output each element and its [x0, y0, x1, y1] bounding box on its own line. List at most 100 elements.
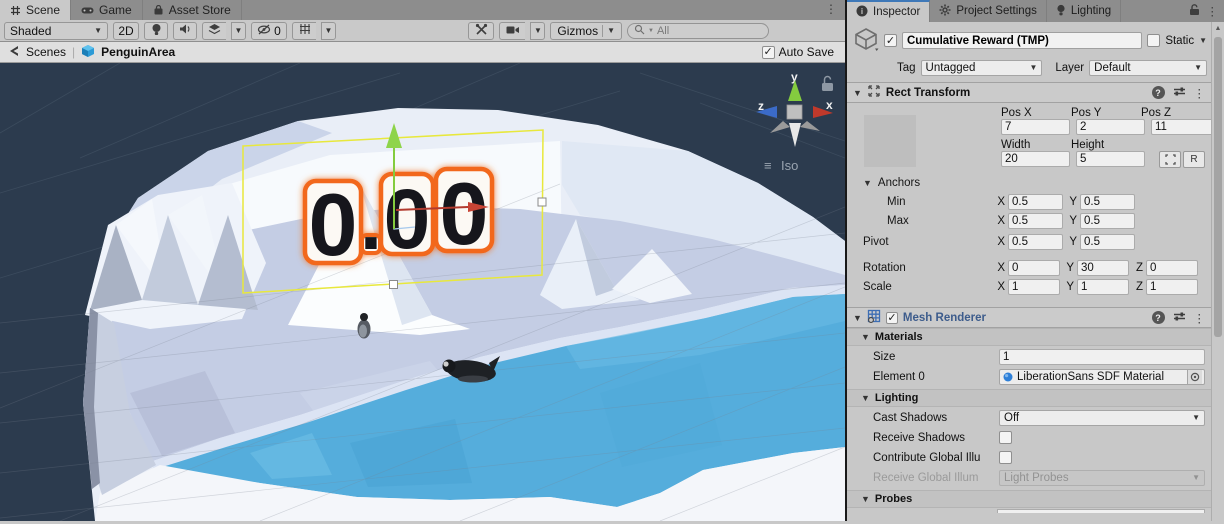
- probes-foldout[interactable]: ▼ Probes: [847, 490, 1211, 508]
- foldout-arrow-icon: ▼: [861, 332, 870, 342]
- blueprint-mode-button[interactable]: [1159, 151, 1181, 168]
- gizmo-handle-right[interactable]: [537, 197, 547, 207]
- scene-audio-toggle[interactable]: [173, 21, 197, 40]
- scale-z-field[interactable]: [1146, 279, 1198, 295]
- toggle-2d-button[interactable]: 2D: [113, 21, 139, 40]
- static-checkbox[interactable]: [1147, 34, 1161, 47]
- materials-size-field[interactable]: [999, 348, 1205, 365]
- tab-scene[interactable]: Scene: [0, 0, 72, 20]
- pivot-x-field[interactable]: [1008, 234, 1063, 250]
- receive-gi-value: Light Probes: [1004, 471, 1069, 484]
- search-icon: [634, 24, 645, 38]
- scene-search-field[interactable]: ▼: [627, 22, 769, 39]
- mesh-renderer-header[interactable]: ▼ Mesh Renderer ? ⋮: [847, 307, 1211, 328]
- wrench-hammer-icon: [475, 23, 488, 39]
- rect-transform-header[interactable]: ▼ Rect Transform ? ⋮: [847, 82, 1211, 103]
- inspector-scrollbar[interactable]: ▲: [1211, 22, 1224, 521]
- scale-x-field[interactable]: [1008, 279, 1060, 295]
- anchor-max-x-field[interactable]: [1008, 213, 1063, 229]
- help-icon[interactable]: ?: [1151, 86, 1165, 99]
- anchors-foldout-icon[interactable]: ▼: [863, 178, 872, 188]
- divider: [602, 24, 604, 37]
- scene-viewport[interactable]: 0 . 0 0 y z x ≡ Iso: [0, 62, 846, 522]
- height-field[interactable]: [1076, 151, 1145, 167]
- gear-icon: [939, 4, 951, 19]
- scene-effects-toggle[interactable]: [202, 21, 226, 40]
- layer-dropdown[interactable]: Default ▼: [1089, 60, 1207, 76]
- presets-icon[interactable]: [1173, 86, 1186, 100]
- x-prefix: X: [997, 196, 1005, 208]
- receive-shadows-checkbox[interactable]: [999, 431, 1012, 444]
- pos-z-field[interactable]: [1151, 119, 1211, 135]
- inspector-lock-icon[interactable]: [1189, 3, 1200, 19]
- x-prefix: X: [997, 236, 1005, 248]
- scene-camera-button[interactable]: [499, 21, 526, 40]
- width-field[interactable]: [1001, 151, 1070, 167]
- rect-transform-body: Pos X Pos Y Pos Z Width Height: [847, 103, 1211, 303]
- tab-inspector[interactable]: i Inspector: [847, 0, 931, 22]
- grid-settings-dropdown[interactable]: ▼: [321, 21, 336, 40]
- scale-y-field[interactable]: [1077, 279, 1129, 295]
- breadcrumb-current-scene[interactable]: PenguinArea: [101, 45, 175, 59]
- mesh-renderer-title: Mesh Renderer: [902, 311, 987, 324]
- scene-search-input[interactable]: [656, 24, 757, 37]
- anchors-label: Anchors: [877, 177, 921, 189]
- gameobject-cube-icon[interactable]: [853, 27, 879, 54]
- reward-dot: .: [360, 177, 382, 266]
- scene-camera-dropdown[interactable]: ▼: [530, 21, 546, 40]
- rotation-y-field[interactable]: [1077, 260, 1129, 276]
- lighting-foldout[interactable]: ▼ Lighting: [847, 389, 1211, 407]
- projection-toggle[interactable]: ≡ Iso: [764, 158, 798, 173]
- asset-store-icon: [153, 4, 164, 16]
- anchor-preset-preview[interactable]: [864, 115, 916, 167]
- scene-tools-button[interactable]: [468, 21, 495, 40]
- mesh-renderer-enabled-checkbox[interactable]: [885, 311, 898, 324]
- reward-digit-1: 0: [309, 175, 358, 274]
- gameobject-name-field[interactable]: [902, 32, 1143, 49]
- info-icon: i: [856, 5, 868, 20]
- materials-foldout[interactable]: ▼ Materials: [847, 328, 1211, 346]
- shading-mode-dropdown[interactable]: Shaded ▼: [4, 21, 108, 40]
- foldout-arrow-icon[interactable]: ▼: [853, 88, 862, 98]
- lighting-section-label: Lighting: [874, 392, 919, 404]
- tab-game[interactable]: Game: [71, 0, 143, 20]
- anchor-min-x-field[interactable]: [1008, 194, 1063, 210]
- breadcrumb-scenes[interactable]: Scenes: [26, 45, 66, 59]
- gameobject-active-checkbox[interactable]: [884, 34, 897, 47]
- anchor-max-y-field[interactable]: [1080, 213, 1135, 229]
- static-dropdown-icon[interactable]: ▼: [1199, 36, 1207, 45]
- scene-visibility-toggle[interactable]: 0: [251, 21, 287, 40]
- scrollbar-thumb[interactable]: [1214, 37, 1222, 337]
- cast-shadows-dropdown[interactable]: Off ▼: [999, 409, 1205, 426]
- rotation-z-field[interactable]: [1146, 260, 1198, 276]
- tab-asset-store[interactable]: Asset Store: [143, 0, 242, 20]
- cast-shadows-label: Cast Shadows: [873, 411, 948, 424]
- rotation-x-field[interactable]: [1008, 260, 1060, 276]
- presets-icon[interactable]: [1173, 311, 1186, 325]
- scene-tab-menu-icon[interactable]: ⋮: [817, 0, 845, 20]
- component-menu-icon[interactable]: ⋮: [1194, 311, 1206, 325]
- element0-object-field[interactable]: LiberationSans SDF Material: [999, 368, 1205, 385]
- component-menu-icon[interactable]: ⋮: [1194, 86, 1206, 100]
- scrollbar-up-icon[interactable]: ▲: [1212, 22, 1224, 35]
- inspector-menu-icon[interactable]: ⋮: [1207, 4, 1219, 18]
- scene-effects-dropdown[interactable]: ▼: [231, 21, 246, 40]
- grid-visibility-toggle[interactable]: [292, 21, 316, 40]
- object-picker-icon[interactable]: [1187, 369, 1202, 384]
- contribute-gi-checkbox[interactable]: [999, 451, 1012, 464]
- tab-project-settings[interactable]: Project Settings: [930, 0, 1047, 22]
- pos-y-field[interactable]: [1076, 119, 1145, 135]
- tag-dropdown[interactable]: Untagged ▼: [920, 60, 1043, 76]
- scene-lighting-toggle[interactable]: [144, 21, 168, 40]
- raw-edit-mode-button[interactable]: R: [1183, 151, 1205, 168]
- pos-x-field[interactable]: [1001, 119, 1070, 135]
- foldout-arrow-icon[interactable]: ▼: [853, 313, 862, 323]
- gizmo-handle-bottom[interactable]: [389, 280, 398, 289]
- help-icon[interactable]: ?: [1151, 311, 1165, 324]
- gizmos-dropdown[interactable]: Gizmos ▼: [550, 21, 622, 40]
- auto-save-checkbox[interactable]: [761, 45, 775, 59]
- tab-lighting[interactable]: Lighting: [1047, 0, 1122, 22]
- anchor-min-y-field[interactable]: [1080, 194, 1135, 210]
- tab-game-label: Game: [99, 3, 132, 17]
- pivot-y-field[interactable]: [1080, 234, 1135, 250]
